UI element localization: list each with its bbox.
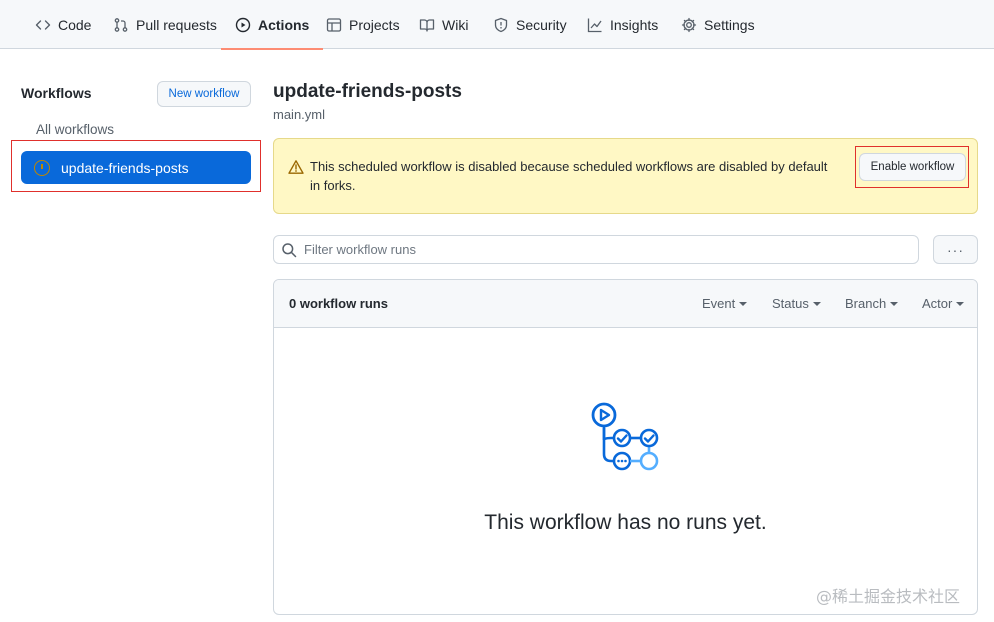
gear-icon — [681, 17, 697, 33]
repo-nav: Code Pull requests Actions Projects Wiki… — [0, 0, 994, 50]
tab-pull-requests[interactable]: Pull requests — [113, 0, 217, 49]
book-icon — [419, 17, 435, 33]
shield-icon — [493, 17, 509, 33]
tab-label: Settings — [704, 16, 755, 33]
play-icon — [235, 17, 251, 33]
workflow-graph-icon — [591, 402, 659, 471]
code-icon — [35, 17, 51, 33]
sidebar-item-label: update-friends-posts — [61, 159, 189, 176]
filter-label: Event — [702, 296, 736, 311]
tab-wiki[interactable]: Wiki — [419, 0, 468, 49]
watermark: @稀土掘金技术社区 — [816, 587, 961, 606]
tab-insights[interactable]: Insights — [587, 0, 658, 49]
workflow-file-link[interactable]: main.yml — [273, 107, 325, 122]
caret-down-icon — [739, 301, 748, 306]
empty-state-message: This workflow has no runs yet. — [484, 511, 767, 534]
graph-icon — [587, 17, 603, 33]
tab-label: Security — [516, 16, 567, 33]
pull-request-icon — [113, 17, 129, 33]
page-title: update-friends-posts — [273, 81, 462, 102]
branch-filter-dropdown[interactable]: Branch — [845, 296, 899, 311]
status-filter-dropdown[interactable]: Status — [772, 296, 821, 311]
tab-label: Pull requests — [136, 16, 217, 33]
filter-label: Status — [772, 296, 809, 311]
actor-filter-dropdown[interactable]: Actor — [922, 296, 965, 311]
caret-down-icon — [890, 301, 899, 306]
tab-label: Actions — [258, 16, 310, 33]
tab-label: Wiki — [442, 16, 469, 33]
event-filter-dropdown[interactable]: Event — [702, 296, 748, 311]
filter-workflow-runs[interactable] — [273, 235, 919, 264]
more-options-button[interactable]: ··· — [933, 235, 978, 264]
workflow-runs-panel: 0 workflow runs Event Status Branch Acto… — [273, 279, 978, 615]
caret-down-icon — [956, 301, 965, 306]
alert-icon — [288, 160, 304, 174]
tab-code[interactable]: Code — [35, 0, 91, 49]
tab-label: Code — [58, 16, 92, 33]
sidebar-item-update-friends-posts[interactable]: update-friends-posts — [21, 151, 251, 184]
tab-security[interactable]: Security — [493, 0, 567, 49]
disabled-workflow-banner: This scheduled workflow is disabled beca… — [273, 138, 978, 214]
table-icon — [326, 17, 342, 33]
tab-settings[interactable]: Settings — [681, 0, 755, 49]
runs-header: 0 workflow runs Event Status Branch Acto… — [274, 280, 977, 328]
tab-projects[interactable]: Projects — [326, 0, 400, 49]
banner-message: This scheduled workflow is disabled beca… — [310, 159, 828, 193]
filter-label: Branch — [845, 296, 887, 311]
tab-label: Projects — [349, 16, 400, 33]
sidebar-item-all-workflows[interactable]: All workflows — [36, 122, 114, 137]
disabled-workflow-icon — [34, 159, 50, 176]
runs-count: 0 workflow runs — [289, 296, 388, 311]
new-workflow-button[interactable]: New workflow — [157, 81, 251, 107]
filter-input[interactable] — [304, 242, 904, 257]
tab-actions[interactable]: Actions — [220, 0, 324, 50]
filter-label: Actor — [922, 296, 953, 311]
caret-down-icon — [812, 301, 821, 306]
search-icon — [282, 242, 297, 257]
tab-label: Insights — [610, 16, 659, 33]
sidebar-title: Workflows — [21, 85, 92, 101]
enable-workflow-button[interactable]: Enable workflow — [859, 153, 966, 181]
